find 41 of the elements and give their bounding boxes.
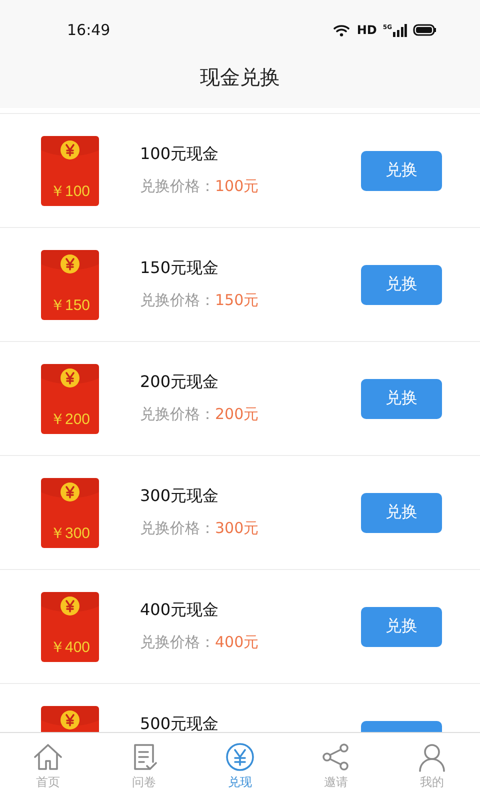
- page-title: 现金兑换: [199, 64, 281, 91]
- status-time: 16:49: [67, 21, 110, 39]
- coin-icon: [60, 482, 80, 502]
- envelope-amount: ￥150: [50, 296, 90, 314]
- item-title: 500元现金: [140, 715, 220, 732]
- tab[interactable]: 邀请: [288, 733, 384, 800]
- item-price: 兑换价格：100元: [140, 177, 260, 196]
- item-price: 兑换价格：400元: [140, 633, 260, 652]
- tab[interactable]: 问卷: [96, 733, 192, 800]
- coin-icon: [60, 368, 80, 388]
- wifi-icon: [332, 24, 351, 36]
- exchange-button[interactable]: 兑换: [361, 606, 442, 646]
- item-title: 300元现金: [140, 487, 220, 505]
- envelope-amount: ￥200: [50, 410, 90, 428]
- battery-icon: [413, 24, 436, 36]
- exchange-button[interactable]: 兑换: [361, 492, 442, 532]
- item-price: 兑换价格：300元: [140, 519, 260, 538]
- envelope-amount: ￥300: [50, 524, 90, 542]
- exchange-button[interactable]: 兑换: [361, 378, 442, 418]
- share-icon: [321, 742, 351, 772]
- envelope-amount: ￥400: [50, 638, 90, 656]
- coin-icon: [60, 254, 80, 274]
- item-title: 200元现金: [140, 373, 220, 391]
- envelope-amount: ￥100: [50, 182, 90, 200]
- tab[interactable]: 兑现: [192, 733, 288, 800]
- exchange-button[interactable]: 兑换: [361, 264, 442, 304]
- item-title: 100元现金: [140, 145, 220, 163]
- tab[interactable]: 我的: [384, 733, 480, 800]
- home-icon: [33, 742, 63, 772]
- item-title: 400元现金: [140, 601, 220, 619]
- exchange-button[interactable]: 兑换: [361, 150, 442, 190]
- coin-icon: [60, 140, 80, 160]
- tab[interactable]: 首页: [0, 733, 96, 800]
- item-price: 兑换价格：200元: [140, 405, 260, 424]
- item-title: 150元现金: [140, 259, 220, 277]
- coin-icon: [60, 596, 80, 616]
- yen-circle-icon: [225, 742, 255, 772]
- coin-icon: [60, 710, 80, 730]
- network-label: HD: [356, 23, 377, 37]
- item-price: 兑换价格：150元: [140, 291, 260, 310]
- person-icon: [417, 742, 447, 772]
